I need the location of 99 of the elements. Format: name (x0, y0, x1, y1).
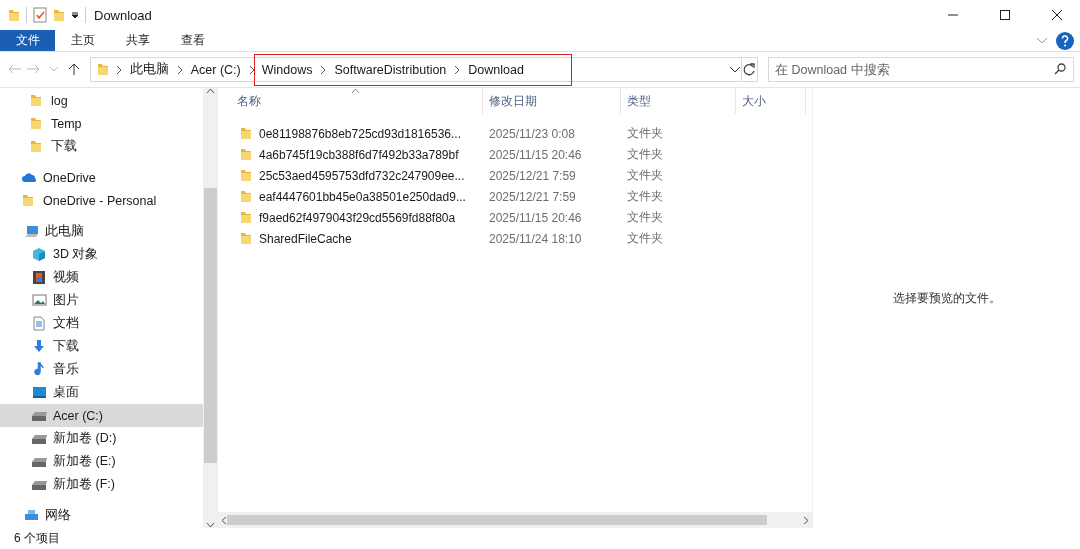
scroll-thumb[interactable] (204, 188, 217, 463)
question-mark-icon (1061, 34, 1069, 47)
preview-message: 选择要预览的文件。 (892, 290, 1001, 306)
ribbon-tab[interactable]: 文件 (0, 30, 55, 51)
folder-icon (240, 210, 252, 225)
scrollbar[interactable] (203, 88, 218, 528)
table-cell-text: 文件夹 (626, 230, 664, 247)
dropdown-icon[interactable] (71, 11, 79, 19)
maximize-icon (1000, 10, 1010, 20)
chevron-right-icon[interactable] (319, 65, 328, 75)
file-name[interactable]: f9aed62f4979043f29cd5569fd88f80a (259, 210, 456, 225)
folder-icon (240, 126, 252, 141)
folder-icon (240, 168, 252, 183)
search-field[interactable]: 在 Download 中搜索 (767, 57, 1074, 82)
breadcrumb-item[interactable]: Download (467, 63, 525, 77)
table-cell-text: 2025/11/23 0:08 (488, 126, 576, 141)
column-header[interactable]: 修改日期 (483, 88, 621, 114)
table-cell-text: 文件夹 (626, 125, 664, 142)
sidebar-item[interactable]: 下载 (0, 135, 203, 158)
table-cell-text: 2025/12/21 7:59 (488, 189, 577, 204)
breadcrumb-item[interactable]: Windows (260, 63, 314, 77)
sidebar-item[interactable]: 3D 对象 (0, 243, 203, 266)
table-cell-text: 文件夹 (626, 167, 664, 184)
sidebar-item[interactable]: 此电脑 (0, 220, 203, 243)
sidebar-item[interactable]: 图片 (0, 289, 203, 312)
help-icon[interactable] (1056, 31, 1074, 50)
drive-icon (32, 456, 47, 467)
sidebar-item[interactable]: 桌面 (0, 381, 203, 404)
ribbon-tab[interactable]: 查看 (165, 30, 220, 51)
file-name[interactable]: 4a6b745f19cb388f6d7f492b33a789bf (259, 147, 459, 162)
folder-icon (240, 147, 252, 162)
download-arrow-icon (32, 339, 47, 354)
scroll-thumb[interactable] (227, 515, 767, 525)
cloud-icon (22, 170, 37, 185)
music-note-icon (32, 362, 47, 377)
breadcrumb-item[interactable]: SoftwareDistribution (333, 63, 448, 77)
sidebar-item[interactable]: 下载 (0, 335, 203, 358)
up-arrow-icon[interactable] (66, 63, 81, 76)
column-header[interactable]: 大小 (736, 88, 806, 114)
chevron-right-icon[interactable] (247, 64, 256, 75)
chevron-right-icon[interactable] (114, 64, 123, 75)
table-cell-text: 文件夹 (626, 188, 664, 205)
column-header[interactable]: 名称 (218, 88, 483, 114)
checklist-icon[interactable] (33, 7, 47, 23)
film-icon (32, 270, 47, 285)
folder-icon (96, 62, 109, 77)
ribbon-tab[interactable]: 主页 (55, 30, 110, 51)
sidebar-item[interactable]: 新加卷 (F:) (0, 473, 203, 496)
image-icon (32, 293, 47, 308)
chevron-right-icon[interactable] (175, 64, 184, 75)
table-cell-text: 文件夹 (626, 146, 664, 163)
refresh-button[interactable] (741, 57, 758, 82)
file-name[interactable]: SharedFileCache (259, 231, 352, 246)
document-icon (32, 316, 47, 331)
sidebar-item[interactable]: 视频 (0, 266, 203, 289)
file-name[interactable]: 0e81198876b8eb725cd93d1816536... (259, 126, 461, 141)
chevron-down-icon[interactable] (206, 522, 215, 528)
breadcrumb-item[interactable]: Acer (C:) (189, 62, 242, 77)
drive-icon (32, 433, 47, 444)
chevron-up-icon[interactable] (206, 88, 215, 94)
chevron-right-icon[interactable] (453, 65, 462, 75)
monitor-icon (32, 385, 47, 400)
chevron-left-icon[interactable] (221, 515, 227, 525)
sidebar-item[interactable]: 网络 (0, 504, 203, 527)
folder-icon (240, 231, 252, 246)
network-icon (24, 508, 39, 523)
chevron-right-icon[interactable] (803, 515, 809, 525)
sidebar-item[interactable]: 音乐 (0, 358, 203, 381)
window-title: Download (94, 7, 152, 23)
drive-icon (32, 410, 47, 421)
sidebar-item[interactable]: 新加卷 (E:) (0, 450, 203, 473)
drive-icon (32, 479, 47, 490)
table-cell-text: 2025/12/21 7:59 (488, 168, 577, 183)
search-icon[interactable] (1053, 63, 1066, 75)
folder-icon (240, 189, 252, 204)
sidebar-item[interactable]: 新加卷 (D:) (0, 427, 203, 450)
sidebar-item[interactable]: OneDrive (0, 166, 203, 189)
close-icon (1052, 10, 1062, 20)
sidebar-item[interactable]: 文档 (0, 312, 203, 335)
chevron-down-icon[interactable] (728, 65, 741, 74)
computer-icon (24, 224, 39, 239)
table-cell-text: 2025/11/15 20:46 (488, 147, 583, 162)
cube-icon (32, 247, 47, 262)
table-cell-text: 2025/11/15 20:46 (488, 210, 583, 225)
sidebar-item[interactable]: Acer (C:) (0, 404, 203, 427)
table-cell-text: 2025/11/24 18:10 (488, 231, 583, 246)
sidebar-item[interactable]: log (0, 89, 203, 112)
table-cell-text: 文件夹 (626, 209, 664, 226)
refresh-icon (742, 62, 757, 77)
column-header[interactable]: 类型 (621, 88, 736, 114)
ribbon-tab[interactable]: 共享 (110, 30, 165, 51)
file-name[interactable]: eaf4447601bb45e0a38501e250dad9... (259, 189, 466, 204)
file-name[interactable]: 25c53aed4595753dfd732c247909ee... (259, 168, 465, 183)
sidebar-item[interactable]: OneDrive - Personal (0, 189, 203, 212)
sort-caret-icon (351, 88, 360, 94)
breadcrumb-item[interactable]: 此电脑 (128, 61, 170, 78)
sidebar-item[interactable]: Temp (0, 112, 203, 135)
scrollbar[interactable] (218, 512, 812, 528)
item-count: 6 个项目 (14, 530, 60, 547)
